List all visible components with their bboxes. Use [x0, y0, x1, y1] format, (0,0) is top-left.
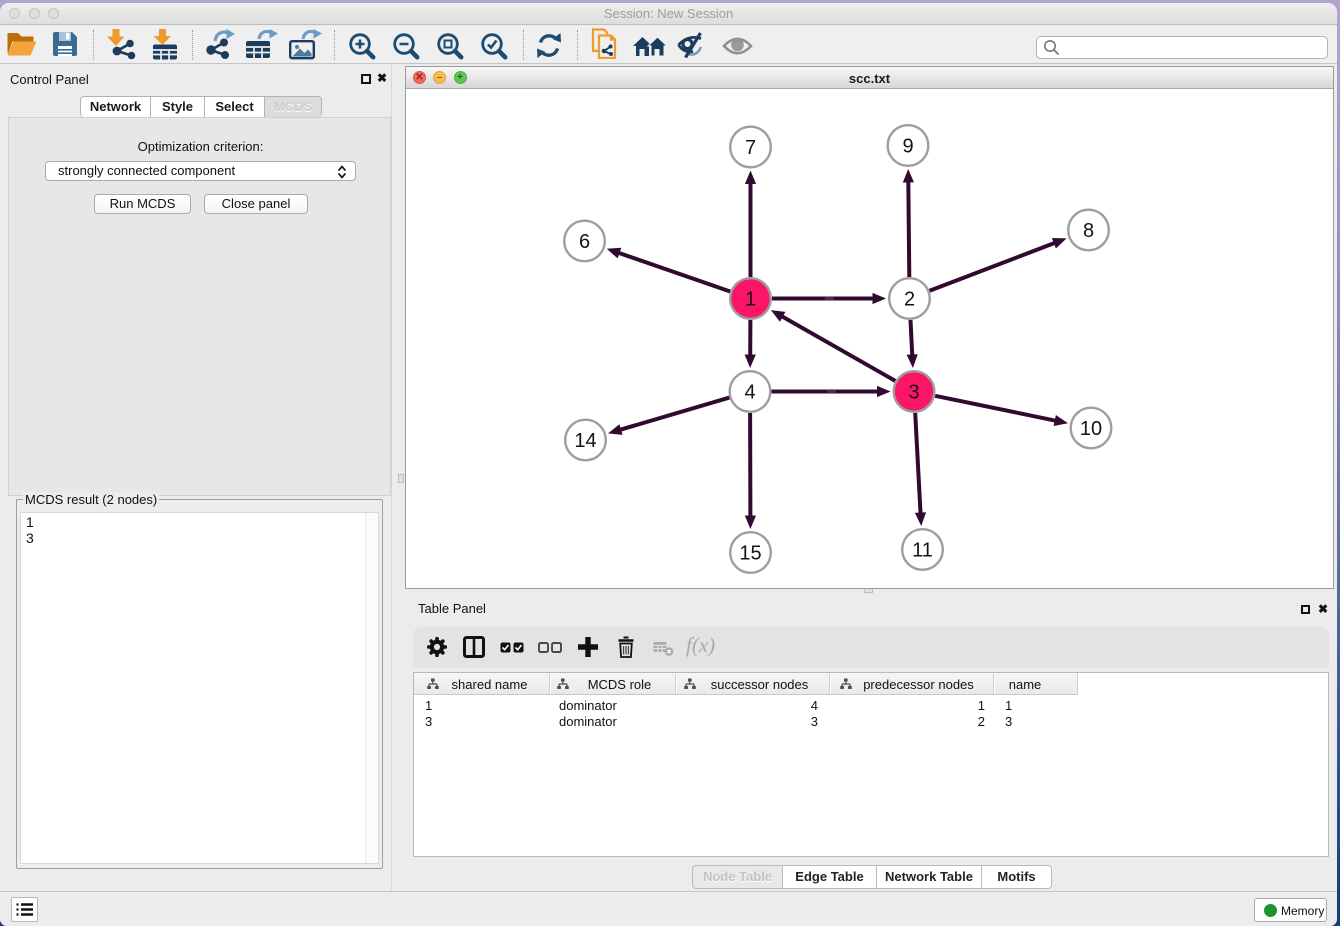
svg-text:11: 11 — [912, 539, 933, 561]
svg-text:8: 8 — [1083, 220, 1094, 242]
svg-text:3: 3 — [908, 381, 919, 403]
svg-text:2: 2 — [904, 288, 915, 310]
svg-text:6: 6 — [579, 231, 590, 253]
svg-text:15: 15 — [739, 542, 761, 564]
svg-text:1: 1 — [745, 288, 756, 310]
svg-text:9: 9 — [902, 135, 913, 157]
svg-text:4: 4 — [744, 381, 755, 403]
svg-text:10: 10 — [1080, 418, 1102, 440]
svg-text:7: 7 — [745, 137, 756, 159]
svg-text:14: 14 — [574, 430, 596, 452]
